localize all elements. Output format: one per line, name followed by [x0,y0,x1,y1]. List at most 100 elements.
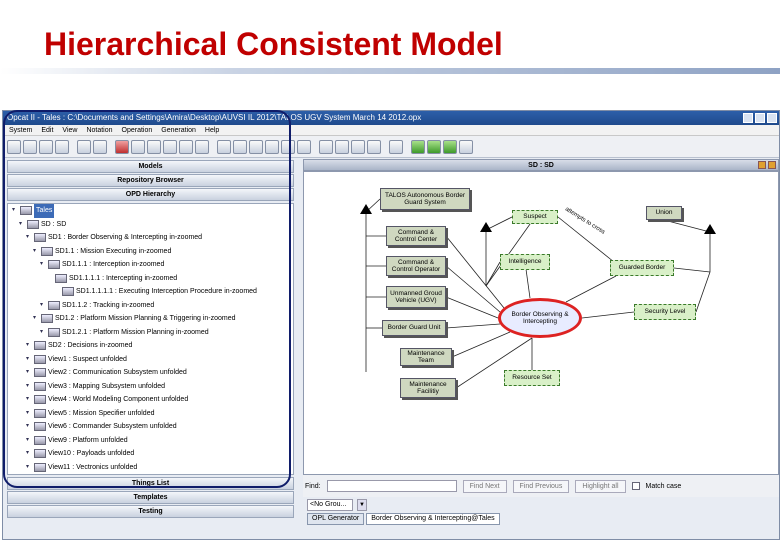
preview-icon[interactable] [93,139,107,154]
tree-item[interactable]: ▾ SD1.2 : Platform Mission Planning & Tri… [8,312,293,326]
open-icon[interactable] [23,139,37,154]
match-case-checkbox[interactable] [631,482,640,490]
object-ugv[interactable]: Unmanned Groud Vehicle (UGV) [386,286,446,308]
close-diagram-icon[interactable] [768,161,776,169]
close-icon[interactable] [767,113,777,123]
redo-icon[interactable] [179,139,193,154]
tree-item[interactable]: ▾ SD : SD [8,218,293,232]
undo-icon[interactable] [163,139,177,154]
tree-item[interactable]: ▾ SD1.2.1 : Platform Mission Planning in-… [8,326,293,340]
close-file-icon[interactable] [39,139,53,154]
restore-icon[interactable] [758,161,766,169]
fit-icon[interactable] [217,139,231,154]
tree-item[interactable]: ▾ View6 : Commander Subsystem unfolded [8,420,293,434]
expand-arrow-icon[interactable]: ▾ [40,258,46,272]
maximize-icon[interactable] [755,113,765,123]
settings-icon[interactable] [335,139,349,154]
save-icon[interactable] [55,139,69,154]
delete-icon[interactable] [195,139,209,154]
panel-tab-repository-browser[interactable]: Repository Browser [7,174,294,187]
search-icon[interactable] [265,139,279,154]
tree-item[interactable]: ▾ View10 : Payloads unfolded [8,447,293,461]
menu-item-help[interactable]: Help [205,125,219,135]
panel-tab-templates[interactable]: Templates [7,491,294,504]
help-icon[interactable] [389,139,403,154]
expand-arrow-icon[interactable]: ▾ [26,434,32,448]
up-arrow-icon[interactable] [427,139,441,154]
object-maint[interactable]: Maintenance Team [400,348,452,366]
check-icon[interactable] [351,139,365,154]
panel-tab-models[interactable]: Models [7,160,294,173]
expand-arrow-icon[interactable]: ▾ [26,339,32,353]
expand-arrow-icon[interactable]: ▾ [26,380,32,394]
tree-item[interactable]: ▾ View1 : Suspect unfolded [8,353,293,367]
expand-arrow-icon[interactable]: ▾ [26,474,32,475]
find-next-button[interactable]: Find Next [462,479,507,493]
tree-item[interactable]: ▾ SD1.1.2 : Tracking in-zoomed [8,299,293,313]
tree-item[interactable]: ▾ View4 : World Modeling Component unfold… [8,393,293,407]
object-talos[interactable]: TALOS Autonomous Border Guard System [380,188,470,210]
menu-item-system[interactable]: System [9,125,32,135]
new-icon[interactable] [7,139,21,154]
tree-item[interactable]: ▾ SD2 : Decisions in-zoomed [8,339,293,353]
find-previous-button[interactable]: Find Previous [512,479,570,493]
object-resource[interactable]: Resource Set [504,370,560,386]
object-cmd[interactable]: Command & Control Center [386,226,446,246]
export-icon[interactable] [367,139,381,154]
expand-arrow-icon[interactable]: ▾ [33,245,39,259]
menu-item-operation[interactable]: Operation [122,125,153,135]
bottom-tab[interactable]: OPL Generator [307,513,365,525]
expand-arrow-icon[interactable]: ▾ [26,447,32,461]
object-guarded[interactable]: Guarded Border [610,260,674,276]
expand-arrow-icon[interactable]: ▾ [19,218,25,232]
tree-item[interactable]: SD1.1.1.1.1 : Executing Interception Pro… [8,285,293,299]
expand-arrow-icon[interactable]: ▾ [40,326,46,340]
object-facility[interactable]: Maintenance Facilitiy [400,378,456,398]
tree-item[interactable]: SD1.1.1.1 : Intercepting in-zoomed [8,272,293,286]
grid-icon[interactable] [281,139,295,154]
expand-arrow-icon[interactable]: ▾ [26,366,32,380]
group-select[interactable]: <No Grou... [307,499,353,511]
menu-item-view[interactable]: View [62,125,77,135]
diagram-canvas[interactable]: TALOS Autonomous Border Guard System Susp… [303,171,779,475]
panel-tab-opd-hierarchy[interactable]: OPD Hierarchy [7,188,294,201]
forward-arrow-icon[interactable] [443,139,457,154]
expand-arrow-icon[interactable]: ▾ [26,407,32,421]
expand-arrow-icon[interactable]: ▾ [26,420,32,434]
zoom-out-icon[interactable] [249,139,263,154]
highlight-all-button[interactable]: Highlight all [575,479,626,493]
zoom-in-icon[interactable] [233,139,247,154]
dropdown-arrow-icon[interactable]: ▼ [357,499,367,511]
tree-item[interactable]: ▾ View12 : Unmanned Ground Vehicle (UGV) … [8,474,293,475]
paste-icon[interactable] [147,139,161,154]
expand-arrow-icon[interactable]: ▾ [26,353,32,367]
object-intel[interactable]: Intelligence [500,254,550,270]
print-icon[interactable] [77,139,91,154]
tree-item[interactable]: ▾ View5 : Mission Specifier unfolded [8,407,293,421]
panel-tab-things-list[interactable]: Things List [7,477,294,490]
tree-item[interactable]: ▾ SD1 : Border Observing & Intercepting i… [8,231,293,245]
minimize-icon[interactable] [743,113,753,123]
expand-arrow-icon[interactable]: ▾ [12,204,18,218]
object-operator[interactable]: Command & Control Operator [386,256,446,276]
tree-item[interactable]: ▾ View3 : Mapping Subsystem unfolded [8,380,293,394]
expand-arrow-icon[interactable]: ▾ [26,231,32,245]
panel-tab-testing[interactable]: Testing [7,505,294,518]
object-suspect[interactable]: Suspect [512,210,558,224]
back-arrow-icon[interactable] [411,139,425,154]
menu-item-generation[interactable]: Generation [161,125,196,135]
object-bgu[interactable]: Border Guard Unit [382,320,446,336]
tree-item[interactable]: ▾ View9 : Platform unfolded [8,434,293,448]
expand-arrow-icon[interactable]: ▾ [26,461,32,475]
cut-icon[interactable] [115,139,129,154]
find-input[interactable] [326,480,457,492]
tree-item[interactable]: ▾ SD1.1 : Mission Executing in-zoomed [8,245,293,259]
tree-item[interactable]: ▾ SD1.1.1 : Interception in-zoomed [8,258,293,272]
info-icon[interactable] [459,139,473,154]
tree-item[interactable]: ▾ View11 : Vectronics unfolded [8,461,293,475]
menu-item-notation[interactable]: Notation [86,125,112,135]
tree-item[interactable]: ▾ View2 : Communication Subsystem unfolde… [8,366,293,380]
expand-arrow-icon[interactable]: ▾ [26,393,32,407]
tree-item[interactable]: ▾ Tales [8,204,293,218]
layout-icon[interactable] [319,139,333,154]
